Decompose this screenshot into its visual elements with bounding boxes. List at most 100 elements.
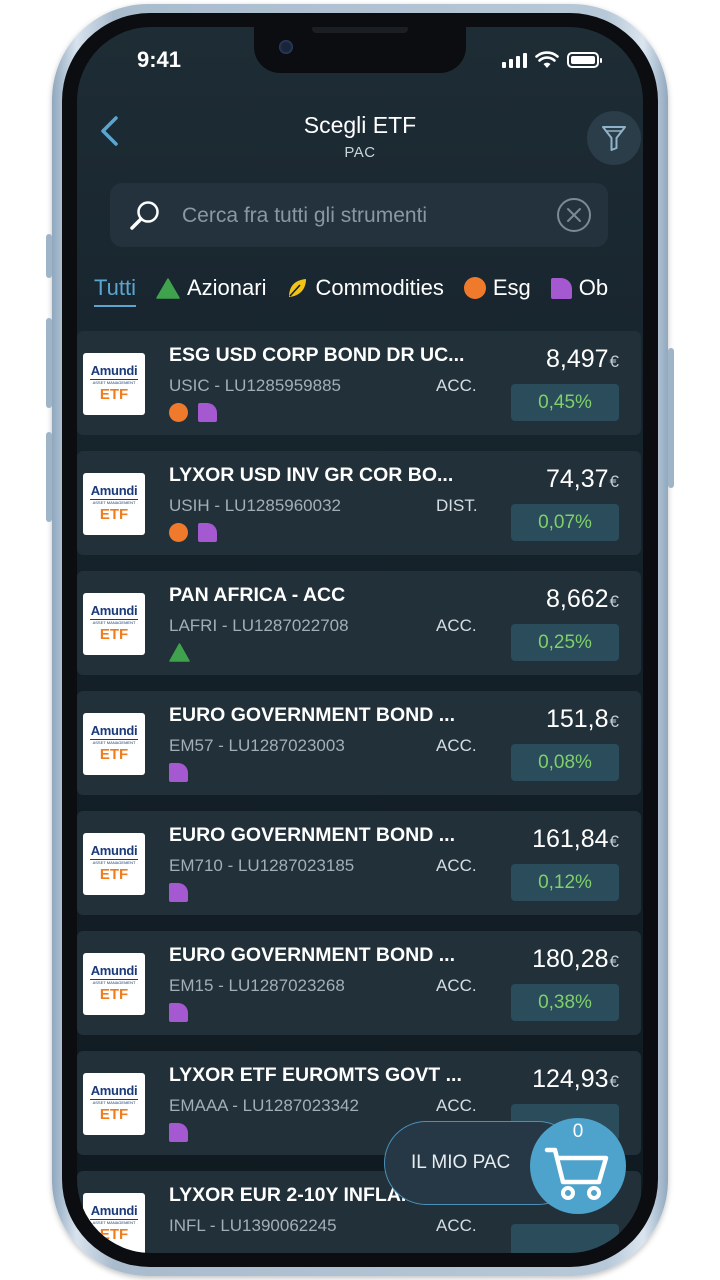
bond-tag-icon (198, 523, 217, 542)
amundi-logo: Amundi ASSET MANAGEMENT ETF (83, 353, 145, 415)
speaker (312, 27, 408, 33)
cart-button[interactable]: 0 (530, 1118, 626, 1214)
etf-price: 74,37€ (545, 465, 619, 493)
esg-tag-icon (169, 403, 188, 422)
search-bar (110, 183, 608, 247)
etf-price: 8,497€ (545, 345, 619, 373)
etf-tags (169, 523, 217, 542)
etf-performance-badge: 0,38% (511, 984, 619, 1021)
clear-search-icon[interactable] (556, 197, 592, 233)
amundi-logo: Amundi ASSET MANAGEMENT ETF (83, 833, 145, 895)
volume-down-button (46, 432, 52, 522)
etf-price: 161,84€ (532, 825, 619, 853)
etf-name: EURO GOVERNMENT BOND ... (169, 944, 456, 966)
notch (254, 27, 466, 73)
bond-tag-icon (169, 763, 188, 782)
bond-tag-icon (169, 1123, 188, 1142)
tab-commodities[interactable]: Commodities (286, 271, 444, 305)
etf-price: 8,662€ (545, 585, 619, 613)
etf-distribution: DIST. (436, 496, 478, 515)
etf-tags (169, 643, 190, 662)
etf-performance-badge (511, 1224, 619, 1253)
funnel-icon (602, 126, 626, 151)
etf-distribution: ACC. (436, 376, 477, 395)
etf-name: LYXOR USD INV GR COR BO... (169, 464, 454, 486)
page-subtitle: PAC (344, 144, 376, 161)
etf-card[interactable]: Amundi ASSET MANAGEMENT ETF EURO GOVERNMEN… (77, 931, 641, 1035)
etf-card[interactable]: Amundi ASSET MANAGEMENT ETF EURO GOVERNMEN… (77, 691, 641, 795)
etf-tags (169, 1003, 188, 1022)
equity-tag-icon (169, 643, 190, 662)
bond-tag-icon (198, 403, 217, 422)
app-screen: 9:41 Scegli ETF PAC Tutti Azionari Commo… (77, 27, 643, 1253)
filter-button[interactable] (587, 111, 641, 165)
etf-name: EURO GOVERNMENT BOND ... (169, 824, 456, 846)
etf-distribution: ACC. (436, 1096, 477, 1115)
etf-tags (169, 403, 217, 422)
bond-tag-icon (169, 1003, 188, 1022)
status-time: 9:41 (137, 47, 182, 72)
tab-label: Azionari (186, 275, 267, 300)
etf-price: 180,28€ (532, 945, 619, 973)
etf-performance-badge: 0,08% (511, 744, 619, 781)
purple-leaf-icon (550, 277, 572, 299)
amundi-logo: Amundi ASSET MANAGEMENT ETF (83, 953, 145, 1015)
etf-code: EM710 - LU1287023185 (169, 856, 355, 875)
etf-code: EMAAA - LU1287023342 (169, 1096, 359, 1115)
search-icon (130, 201, 159, 230)
etf-code: EM15 - LU1287023268 (169, 976, 345, 995)
wifi-icon (535, 51, 559, 68)
etf-performance-badge: 0,12% (511, 864, 619, 901)
etf-code: USIH - LU1285960032 (169, 496, 342, 515)
etf-tags (169, 1123, 188, 1142)
camera (279, 40, 293, 54)
yellow-leaf-icon (289, 279, 307, 297)
tab-label: Commodities (315, 275, 444, 300)
tab-obbligazionari[interactable]: Ob (550, 271, 608, 305)
etf-card[interactable]: Amundi ASSET MANAGEMENT ETF PAN AFRICA - A… (77, 571, 641, 675)
etf-distribution: ACC. (436, 616, 477, 635)
tab-azionari[interactable]: Azionari (156, 271, 266, 305)
etf-performance-badge: 0,45% (511, 384, 619, 421)
bond-tag-icon (169, 883, 188, 902)
etf-name: EURO GOVERNMENT BOND ... (169, 704, 456, 726)
amundi-logo: Amundi ASSET MANAGEMENT ETF (83, 1073, 145, 1135)
tab-label: Esg (492, 275, 531, 300)
etf-name: LYXOR ETF EUROMTS GOVT ... (169, 1064, 462, 1086)
etf-code: INFL - LU1390062245 (169, 1216, 337, 1235)
etf-price: 124,93€ (532, 1065, 619, 1093)
tab-label: Tutti (94, 275, 136, 300)
status-icons (502, 51, 602, 69)
category-tabs: Tutti Azionari Commodities Esg Ob (94, 271, 643, 311)
etf-tags (169, 763, 188, 782)
etf-card[interactable]: Amundi ASSET MANAGEMENT ETF EURO GOVERNMEN… (77, 811, 641, 915)
amundi-logo: Amundi ASSET MANAGEMENT ETF (83, 593, 145, 655)
esg-tag-icon (169, 523, 188, 542)
mute-switch (46, 234, 52, 278)
etf-name: ESG USD CORP BOND DR UC... (169, 344, 465, 366)
etf-price: 151,8€ (545, 705, 619, 733)
etf-distribution: ACC. (436, 736, 477, 755)
amundi-logo: Amundi ASSET MANAGEMENT ETF (83, 713, 145, 775)
signal-icon (502, 52, 527, 68)
etf-code: LAFRI - LU1287022708 (169, 616, 349, 635)
etf-code: USIC - LU1285959885 (169, 376, 342, 395)
power-button (668, 348, 674, 488)
cart-icon (544, 1147, 609, 1200)
search-input[interactable] (180, 197, 544, 235)
amundi-logo: Amundi ASSET MANAGEMENT ETF (83, 1193, 145, 1253)
etf-distribution: ACC. (436, 976, 477, 995)
tab-tutti[interactable]: Tutti (94, 271, 136, 307)
amundi-logo: Amundi ASSET MANAGEMENT ETF (83, 473, 145, 535)
tab-esg[interactable]: Esg (463, 271, 531, 305)
battery-icon (567, 52, 602, 68)
orange-circle-icon (463, 277, 486, 299)
page-title: Scegli ETF (303, 112, 417, 138)
etf-card[interactable]: Amundi ASSET MANAGEMENT ETF LYXOR USD INV … (77, 451, 641, 555)
my-pac-label: IL MIO PAC (411, 1152, 511, 1173)
etf-name: PAN AFRICA - ACC (169, 584, 346, 606)
etf-tags (169, 883, 188, 902)
volume-up-button (46, 318, 52, 408)
etf-card[interactable]: Amundi ASSET MANAGEMENT ETF ESG USD CORP B… (77, 331, 641, 435)
etf-performance-badge: 0,25% (511, 624, 619, 661)
